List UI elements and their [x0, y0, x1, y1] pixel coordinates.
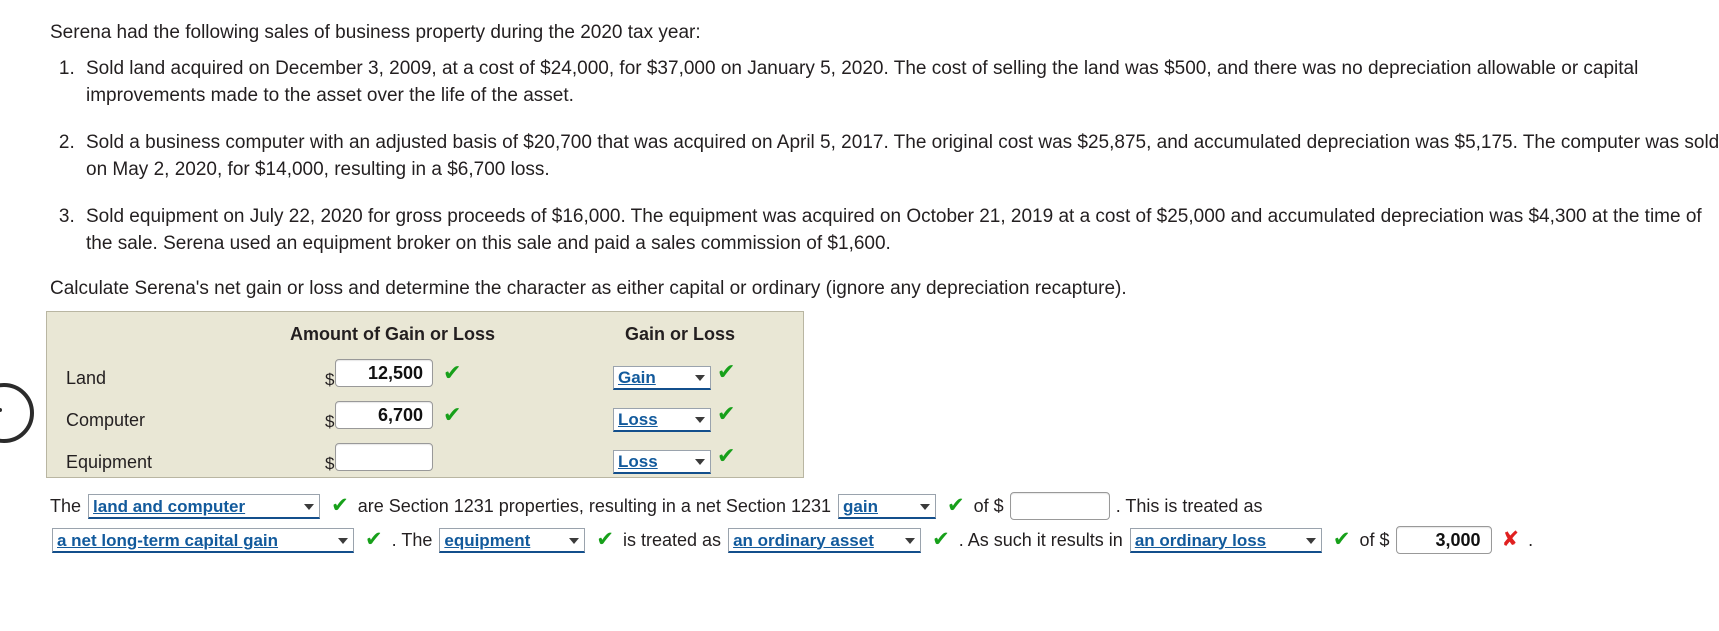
- facts-list: Sold land acquired on December 3, 2009, …: [50, 55, 1719, 277]
- table-row: Land $ ✔ Gain ✔: [47, 358, 803, 400]
- equipment-subject-select-value: equipment: [444, 530, 531, 550]
- calculation-instruction: Calculate Serena's net gain or loss and …: [50, 278, 1127, 299]
- gain-loss-select-equipment[interactable]: Loss: [613, 450, 711, 474]
- incorrect-cross-icon: ✘: [1501, 527, 1520, 551]
- net-section-1231-result-select-value: gain: [843, 496, 878, 516]
- amount-input-computer[interactable]: [335, 401, 433, 429]
- correct-check-icon: ✔: [717, 360, 736, 385]
- conclusion-text: of $: [973, 496, 1004, 516]
- column-header-amount: Amount of Gain or Loss: [290, 324, 495, 344]
- conclusion-text: are Section 1231 properties, resulting i…: [357, 496, 831, 516]
- conclusion-text: .: [1528, 530, 1534, 550]
- net-section-1231-amount-input[interactable]: [1009, 492, 1110, 520]
- conclusion-text: . As such it results in: [958, 530, 1123, 550]
- currency-symbol: $: [325, 454, 335, 473]
- correct-check-icon: ✔: [1332, 527, 1351, 551]
- section-1231-properties-select[interactable]: land and computer: [88, 493, 321, 519]
- correct-check-icon: ✔: [717, 402, 736, 427]
- equipment-subject-select[interactable]: equipment: [439, 527, 586, 553]
- net-section-1231-result-select[interactable]: gain: [838, 493, 937, 519]
- chevron-down-icon: [338, 537, 348, 544]
- list-item: Sold land acquired on December 3, 2009, …: [80, 55, 1719, 109]
- gain-loss-select-computer[interactable]: Loss: [613, 408, 711, 432]
- conclusion-line-2: a net long-term capital gain ✔ . The equ…: [50, 526, 1533, 560]
- chevron-down-icon: [304, 503, 315, 510]
- chevron-down-icon: [905, 537, 916, 544]
- correct-check-icon: ✔: [947, 493, 965, 517]
- conclusion-text: of $: [1359, 530, 1390, 550]
- gain-loss-select-land[interactable]: Gain: [613, 366, 711, 390]
- gain-loss-select-equipment-value: Loss: [618, 451, 658, 471]
- correct-check-icon: ✔: [717, 444, 736, 469]
- gain-loss-select-land-value: Gain: [618, 367, 656, 387]
- row-label-equipment: Equipment: [66, 452, 153, 472]
- chevron-down-icon: [1305, 537, 1316, 544]
- correct-check-icon: ✔: [443, 361, 462, 386]
- ordinary-loss-amount-input[interactable]: [1395, 526, 1492, 554]
- table-row: Equipment $ Loss ✔: [47, 442, 803, 484]
- amount-input-equipment[interactable]: [335, 443, 433, 471]
- chevron-down-icon: [695, 459, 705, 465]
- chevron-down-icon: [569, 537, 580, 544]
- row-label-land: Land: [66, 368, 107, 388]
- currency-symbol: $: [325, 370, 335, 389]
- conclusion-line-1: The land and computer ✔ are Section 1231…: [50, 492, 1262, 526]
- conclusion-text: The: [50, 496, 82, 516]
- ordinary-result-select[interactable]: an ordinary loss: [1129, 527, 1322, 553]
- correct-check-icon: ✔: [443, 403, 462, 428]
- ordinary-result-select-value: an ordinary loss: [1134, 530, 1267, 550]
- amount-input-land[interactable]: [335, 359, 433, 387]
- equipment-asset-type-select-value: an ordinary asset: [733, 530, 874, 550]
- capital-gain-treatment-select-value: a net long-term capital gain: [57, 530, 279, 550]
- correct-check-icon: ✔: [596, 527, 614, 551]
- column-header-gain-or-loss: Gain or Loss: [625, 324, 736, 344]
- gain-loss-select-computer-value: Loss: [618, 409, 658, 429]
- currency-symbol: $: [325, 412, 335, 431]
- correct-check-icon: ✔: [365, 527, 383, 551]
- correct-check-icon: ✔: [331, 493, 349, 517]
- list-item: Sold a business computer with an adjuste…: [80, 129, 1719, 183]
- chevron-down-icon: [695, 417, 705, 423]
- section-1231-properties-select-value: land and computer: [93, 496, 246, 516]
- list-item: Sold equipment on July 22, 2020 for gros…: [80, 203, 1719, 257]
- chevron-down-icon: [695, 375, 705, 381]
- row-label-computer: Computer: [66, 410, 146, 430]
- question-page: Serena had the following sales of busine…: [0, 0, 1719, 631]
- equipment-asset-type-select[interactable]: an ordinary asset: [728, 527, 922, 553]
- conclusion-text: . This is treated as: [1115, 496, 1263, 516]
- answer-table: Amount of Gain or Loss Gain or Loss Land…: [46, 311, 804, 478]
- conclusion-text: is treated as: [623, 530, 722, 550]
- capital-gain-treatment-select[interactable]: a net long-term capital gain: [52, 527, 354, 553]
- intro-text: Serena had the following sales of busine…: [50, 22, 701, 43]
- chevron-down-icon: [920, 503, 931, 510]
- conclusion-text: . The: [391, 530, 433, 550]
- correct-check-icon: ✔: [932, 527, 950, 551]
- table-row: Computer $ ✔ Loss ✔: [47, 400, 803, 442]
